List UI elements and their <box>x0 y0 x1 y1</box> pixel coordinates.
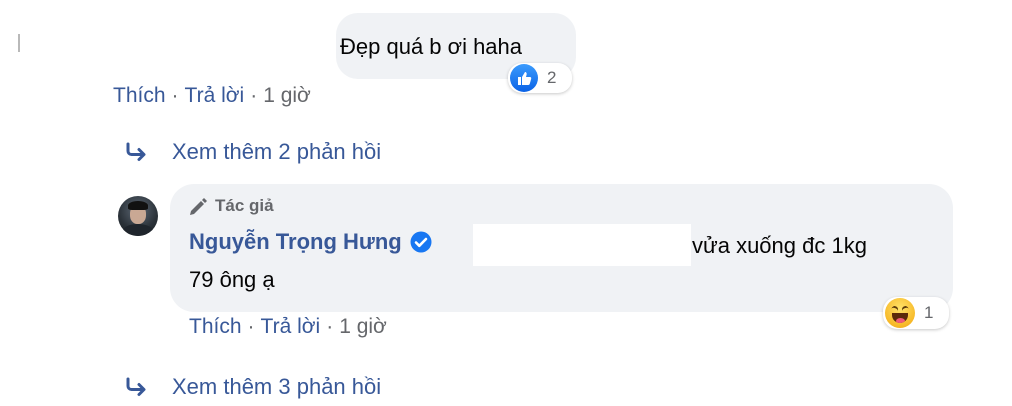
like-link[interactable]: Thích <box>113 84 166 107</box>
author-line: Nguyễn Trọng Hưng <box>189 229 432 255</box>
left-edge-divider <box>18 34 20 52</box>
separator-dot: · <box>247 315 255 338</box>
reaction-count: 1 <box>924 303 934 322</box>
comment-text: Đẹp quá b ơi haha <box>340 34 523 59</box>
reaction-summary[interactable]: 1 <box>883 297 949 329</box>
reaction-count: 2 <box>547 68 557 87</box>
reply-arrow-icon <box>126 377 146 396</box>
reply-arrow-icon <box>126 142 146 161</box>
comment-actions: Thích · Trả lời · 1 giờ <box>113 84 311 108</box>
pencil-icon <box>190 198 207 215</box>
view-more-replies-link[interactable]: Xem thêm 3 phản hồi <box>124 374 381 400</box>
reply-time[interactable]: 1 giờ <box>339 315 387 338</box>
separator-dot: · <box>326 315 334 338</box>
separator-dot: · <box>171 84 179 107</box>
reply-actions: Thích · Trả lời · 1 giờ <box>189 315 387 339</box>
avatar-body <box>122 224 154 236</box>
view-more-replies-label: Xem thêm 3 phản hồi <box>172 374 382 399</box>
like-link[interactable]: Thích <box>189 315 242 338</box>
comment-time[interactable]: 1 giờ <box>263 84 311 107</box>
reply-text-line-2: 79 ông ạ <box>189 267 275 292</box>
haha-icon <box>885 298 915 328</box>
avatar-hair <box>128 201 148 210</box>
view-more-replies-label: Xem thêm 2 phản hồi <box>172 139 382 164</box>
reply-link[interactable]: Trả lời <box>185 84 245 107</box>
redacted-area <box>473 224 691 266</box>
separator-dot: · <box>250 84 258 107</box>
like-icon <box>510 64 538 92</box>
reply-link[interactable]: Trả lời <box>261 315 321 338</box>
author-name[interactable]: Nguyễn Trọng Hưng <box>189 229 402 255</box>
reaction-summary[interactable]: 2 <box>508 63 572 93</box>
reply-text-line-1: vửa xuống đc 1kg <box>692 233 867 258</box>
verified-check-icon <box>410 231 432 253</box>
author-badge-label: Tác giả <box>215 196 274 215</box>
author-badge: Tác giả <box>187 196 274 216</box>
view-more-replies-link[interactable]: Xem thêm 2 phản hồi <box>124 139 381 165</box>
avatar[interactable] <box>118 196 158 236</box>
